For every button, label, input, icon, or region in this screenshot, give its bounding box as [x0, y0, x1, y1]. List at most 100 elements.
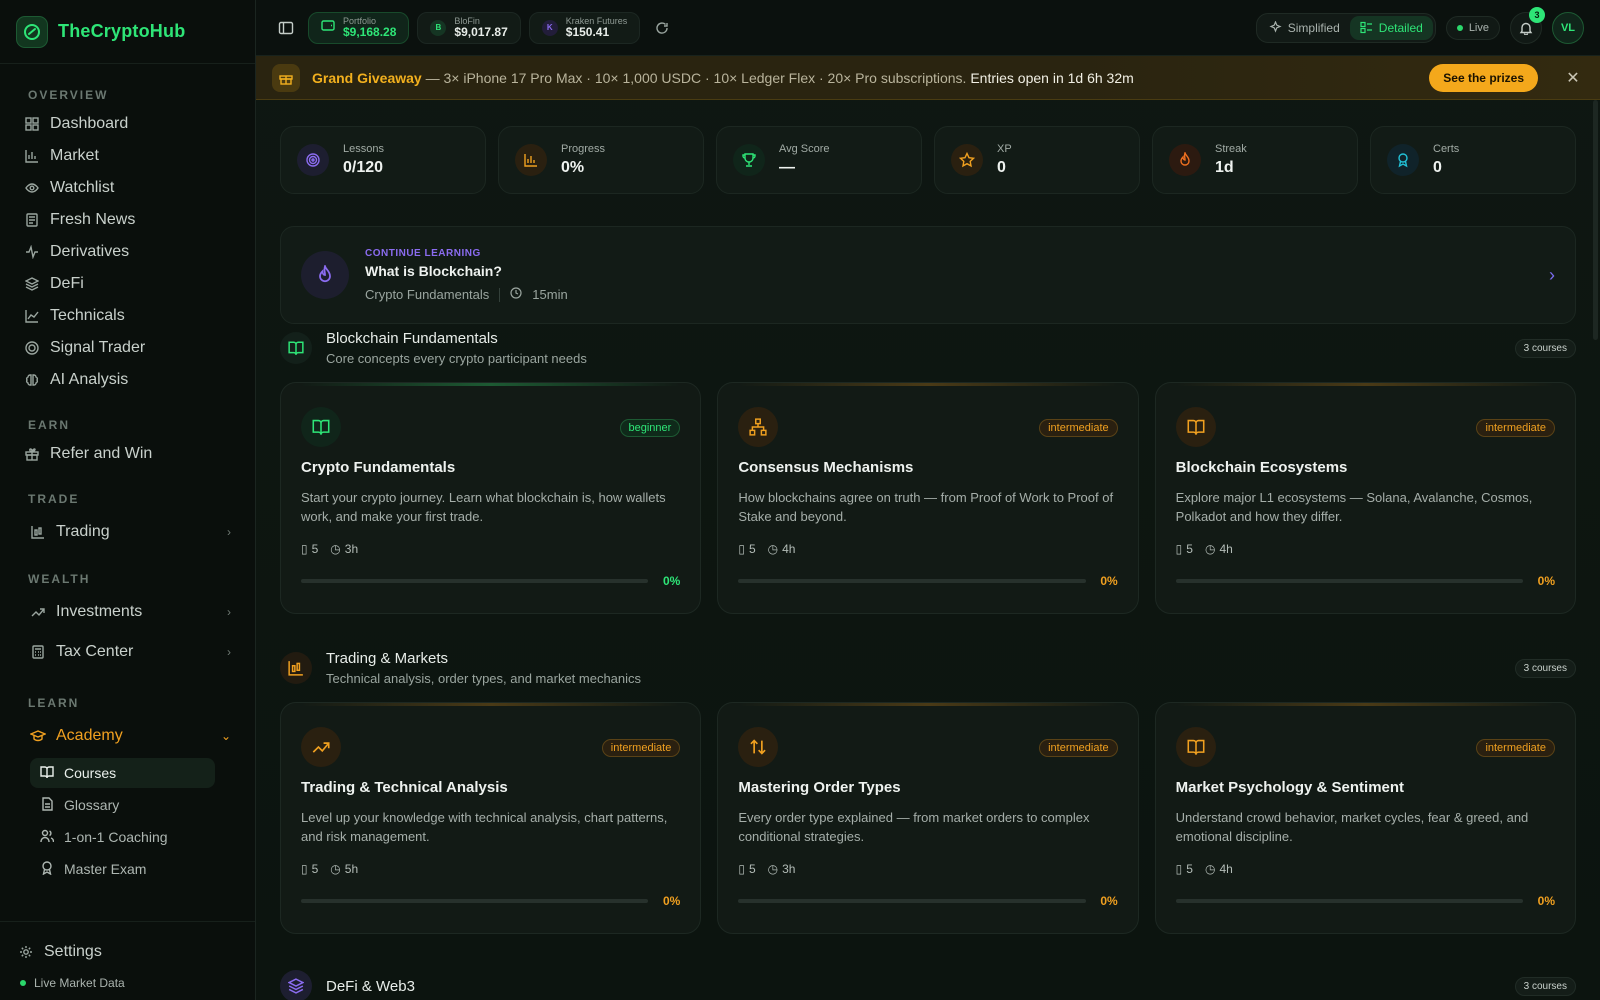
flame-icon	[301, 251, 349, 299]
nav-item-dashboard[interactable]: Dashboard	[0, 108, 255, 140]
progress-bar	[301, 899, 649, 903]
nav-item-tax-center[interactable]: Tax Center ›	[0, 636, 255, 668]
notifications-button[interactable]: 3	[1510, 6, 1545, 44]
nav-label: Watchlist	[50, 179, 115, 196]
newspaper-icon	[24, 212, 40, 228]
stat-label: Progress	[561, 143, 606, 155]
nav-label: Dashboard	[50, 115, 129, 132]
refresh-icon	[656, 21, 669, 34]
chevron-right-icon[interactable]: ›	[1549, 265, 1555, 286]
course-title: Trading & Technical Analysis	[301, 779, 508, 796]
simplified-option[interactable]: Simplified	[1259, 16, 1350, 40]
brand-logo[interactable]: TheCryptoHub	[0, 0, 255, 64]
course-title: Blockchain Ecosystems	[1175, 459, 1348, 476]
book-icon	[1175, 407, 1216, 447]
course-count-badge: 3 courses	[1514, 338, 1576, 358]
continue-learning-card[interactable]: CONTINUE LEARNING What is Blockchain? Cr…	[280, 226, 1576, 324]
users-icon	[40, 829, 55, 846]
nav-label: Trading	[56, 523, 110, 540]
stat-lessons: Lessons 0/120	[280, 126, 486, 194]
nav-item-fresh-news[interactable]: Fresh News	[0, 204, 255, 236]
nav-item-settings[interactable]: Settings	[0, 936, 255, 968]
blofin-avatar: B	[430, 19, 447, 36]
section-header-trading-markets: Trading & Markets Technical analysis, or…	[280, 644, 1576, 692]
sparkles-icon	[1269, 21, 1282, 33]
nav-item-academy[interactable]: Academy ⌄	[0, 720, 255, 752]
progress-percent: 0%	[1537, 894, 1555, 908]
close-icon[interactable]: ✕	[1562, 68, 1584, 88]
blofin-chip[interactable]: B BloFin $9,017.87	[417, 11, 521, 44]
target-icon	[24, 340, 40, 356]
course-card-blockchain-ecosystems[interactable]: intermediate Blockchain Ecosystems Explo…	[1154, 382, 1576, 614]
refresh-button[interactable]	[648, 14, 676, 42]
detailed-option[interactable]: Detailed	[1349, 15, 1433, 40]
live-indicator[interactable]: Live	[1445, 15, 1500, 40]
stat-certs: Certs 0	[1370, 126, 1576, 194]
stat-label: XP	[997, 143, 1012, 155]
kraken-chip[interactable]: K Kraken Futures $150.41	[528, 11, 641, 44]
brain-icon	[24, 372, 40, 388]
section-label-overview: OVERVIEW	[28, 88, 109, 102]
course-card-trading-technical-analysis[interactable]: intermediate Trading & Technical Analysi…	[280, 702, 702, 934]
course-grid: intermediate Trading & Technical Analysi…	[280, 702, 1576, 934]
nav-label: 1-on-1 Coaching	[64, 829, 168, 845]
section-title: Blockchain Fundamentals	[326, 330, 498, 347]
nav-sub-glossary[interactable]: Glossary	[30, 790, 215, 820]
stat-streak: Streak 1d	[1152, 126, 1358, 194]
nav-item-ai-analysis[interactable]: AI Analysis	[0, 364, 255, 396]
lesson-count: 5	[311, 862, 319, 876]
portfolio-chip[interactable]: Portfolio $9,168.28	[308, 11, 410, 44]
nav-item-investments[interactable]: Investments ›	[0, 596, 255, 628]
see-prizes-button[interactable]: See the prizes	[1429, 63, 1538, 92]
nav-item-signal-trader[interactable]: Signal Trader	[0, 332, 255, 364]
banner-text: Grand Giveaway — 3× iPhone 17 Pro Max · …	[312, 70, 1134, 86]
book-icon: ▯	[301, 862, 308, 876]
nav-item-market[interactable]: Market	[0, 140, 255, 172]
nav-item-refer-and-win[interactable]: Refer and Win	[0, 438, 255, 470]
section-header-blockchain-fundamentals: Blockchain Fundamentals Core concepts ev…	[280, 324, 1576, 372]
trophy-icon	[733, 144, 765, 176]
arrows-up-down-icon	[738, 727, 779, 767]
nav-item-defi[interactable]: DeFi	[0, 268, 255, 300]
level-badge: intermediate	[1476, 739, 1555, 757]
candles-icon	[30, 524, 46, 540]
gift-icon	[272, 63, 300, 92]
course-card-market-psychology[interactable]: intermediate Market Psychology & Sentime…	[1154, 702, 1576, 934]
course-meta: ▯ 5 ◷ 3h	[301, 542, 680, 556]
nav-sub-master-exam[interactable]: Master Exam	[30, 854, 215, 884]
course-card-consensus-mechanisms[interactable]: intermediate Consensus Mechanisms How bl…	[717, 382, 1139, 614]
clock-icon: ◷	[767, 862, 779, 876]
nav-sub-coaching[interactable]: 1-on-1 Coaching	[30, 822, 215, 852]
section-label-learn: LEARN	[28, 696, 80, 710]
nav-sub-courses[interactable]: Courses	[30, 758, 215, 788]
nav-label: Master Exam	[64, 861, 147, 877]
nav-item-technicals[interactable]: Technicals	[0, 300, 255, 332]
course-duration: 5h	[344, 862, 359, 876]
nav-item-trading[interactable]: Trading ›	[0, 516, 255, 548]
course-count-badge: 3 courses	[1514, 976, 1576, 996]
stat-label: Lessons	[343, 143, 384, 155]
bar-chart-icon	[515, 144, 547, 176]
course-card-mastering-order-types[interactable]: intermediate Mastering Order Types Every…	[717, 702, 1139, 934]
scrollbar[interactable]	[1593, 100, 1598, 340]
book-icon: ▯	[1175, 862, 1183, 876]
nav-item-derivatives[interactable]: Derivatives	[0, 236, 255, 268]
course-card-crypto-fundamentals[interactable]: beginner Crypto Fundamentals Start your …	[280, 382, 702, 614]
course-progress: 0%	[738, 574, 1118, 588]
course-progress: 0%	[301, 894, 680, 908]
live-dot	[20, 980, 26, 986]
continue-tag: CONTINUE LEARNING	[365, 248, 481, 259]
section-label-wealth: WEALTH	[28, 572, 91, 586]
nav-item-watchlist[interactable]: Watchlist	[0, 172, 255, 204]
progress-bar	[738, 579, 1086, 583]
nav-label: Investments	[56, 603, 143, 620]
stat-value: —	[779, 159, 795, 176]
detailed-label: Detailed	[1378, 20, 1423, 35]
course-duration: 3h	[344, 542, 359, 556]
lesson-count: 5	[1186, 542, 1193, 556]
notification-count-badge: 3	[1529, 6, 1545, 23]
panel-icon	[278, 21, 294, 34]
sidebar-toggle-button[interactable]	[272, 14, 300, 42]
user-avatar[interactable]: VL	[1552, 11, 1584, 44]
course-title: Market Psychology & Sentiment	[1175, 779, 1405, 796]
